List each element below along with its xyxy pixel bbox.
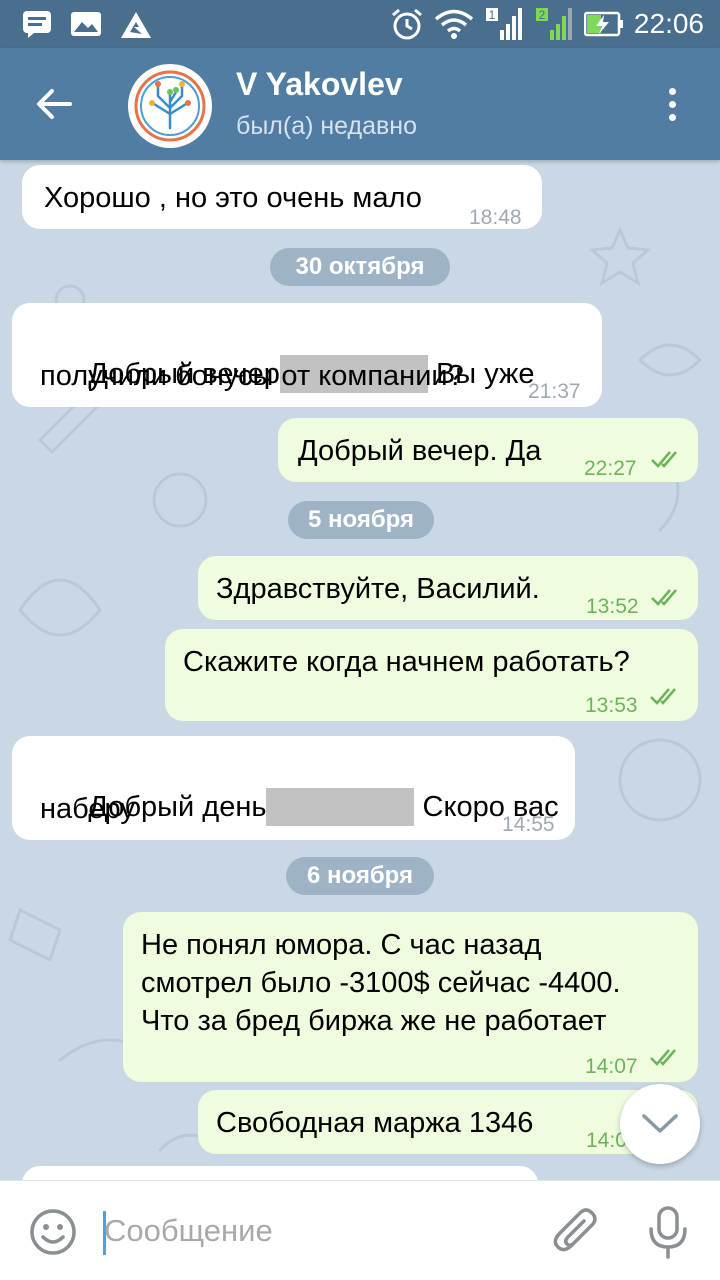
chevron-down-icon (642, 1114, 678, 1133)
message-bubble-outgoing[interactable]: Не понял юмора. С час назад смотрел было… (123, 912, 698, 1082)
message-icon (23, 11, 51, 38)
double-check-icon (651, 589, 677, 606)
double-check-icon (650, 688, 676, 705)
arrow-back-icon (37, 89, 72, 119)
message-bubble-incoming[interactable]: Добрый вечер Вы уже получили бонусы от к… (12, 303, 602, 407)
message-text: Добрый вечер. Да (298, 435, 542, 467)
double-check-icon (651, 451, 677, 468)
chat-title[interactable]: V Yakovlev (236, 66, 403, 103)
message-bubble-incoming[interactable]: Добрый день Скоро вас наберу 14:55 (12, 736, 575, 840)
message-bubble-incoming[interactable] (22, 1166, 538, 1180)
message-list[interactable]: Хорошо , но это очень мало 18:48 30 октя… (0, 160, 720, 1180)
redacted-name (266, 788, 415, 826)
status-bar: 1 2 22:06 (0, 0, 720, 48)
message-text: получили бонусы от компании? (40, 360, 464, 392)
message-text: Свободная маржа 1346 (216, 1107, 534, 1139)
clock: 22:06 (633, 8, 704, 39)
message-text: Что за бред биржа же не работает (141, 1005, 607, 1037)
signal-icon: 1 (485, 8, 522, 40)
more-vert-icon (668, 87, 676, 95)
message-time: 13:53 (585, 694, 638, 717)
voice-message-button[interactable] (646, 1205, 690, 1259)
message-bubble-incoming[interactable]: Хорошо , но это очень мало 18:48 (22, 165, 542, 229)
signal-icon: 2 (535, 8, 572, 40)
more-menu-button[interactable] (652, 78, 692, 130)
last-seen-status: был(а) недавно (236, 112, 418, 140)
scroll-to-bottom-button[interactable] (620, 1084, 700, 1164)
emoji-button[interactable] (28, 1207, 78, 1257)
message-time: 21:37 (528, 380, 581, 403)
message-text: Скажите когда начнем работать? (183, 646, 630, 678)
message-input[interactable] (104, 1205, 524, 1257)
message-time: 14:07 (585, 1055, 638, 1078)
message-text: Здравствуйте, Василий. (216, 573, 540, 605)
message-time: 13:52 (586, 595, 639, 618)
tree-logo-icon (134, 70, 206, 142)
svg-text:1: 1 (489, 8, 496, 22)
emoji-icon (30, 1209, 76, 1255)
double-check-icon (650, 1049, 676, 1066)
microphone-icon (649, 1206, 687, 1259)
warning-icon (121, 12, 151, 38)
message-bubble-outgoing[interactable]: Скажите когда начнем работать? 13:53 (165, 629, 698, 721)
alarm-icon (391, 8, 422, 40)
message-text: Хорошо , но это очень мало (44, 182, 422, 214)
message-text: Не понял юмора. С час назад (141, 929, 542, 961)
message-bubble-outgoing[interactable]: Добрый вечер. Да 22:27 (278, 418, 698, 482)
date-separator: 5 ноября (288, 501, 434, 539)
chat-header: V Yakovlev был(а) недавно (0, 48, 720, 160)
date-separator: 6 ноября (286, 857, 434, 895)
avatar[interactable] (128, 64, 212, 148)
back-button[interactable] (28, 78, 80, 130)
date-separator: 30 октября (270, 248, 450, 286)
message-bubble-outgoing[interactable]: Здравствуйте, Василий. 13:52 (198, 556, 698, 620)
message-composer (0, 1180, 720, 1280)
wifi-icon (434, 9, 474, 39)
message-time: 22:27 (584, 457, 637, 480)
paperclip-icon (553, 1208, 597, 1252)
message-text: наберу (40, 793, 135, 825)
battery-charging-icon (583, 11, 623, 37)
gallery-icon (71, 12, 101, 36)
message-time: 18:48 (469, 206, 522, 229)
message-time: 14:55 (502, 813, 555, 836)
attach-button[interactable] (552, 1205, 602, 1259)
message-text: смотрел было -3100$ сейчас -4400. (141, 967, 621, 999)
svg-text:2: 2 (539, 8, 546, 22)
